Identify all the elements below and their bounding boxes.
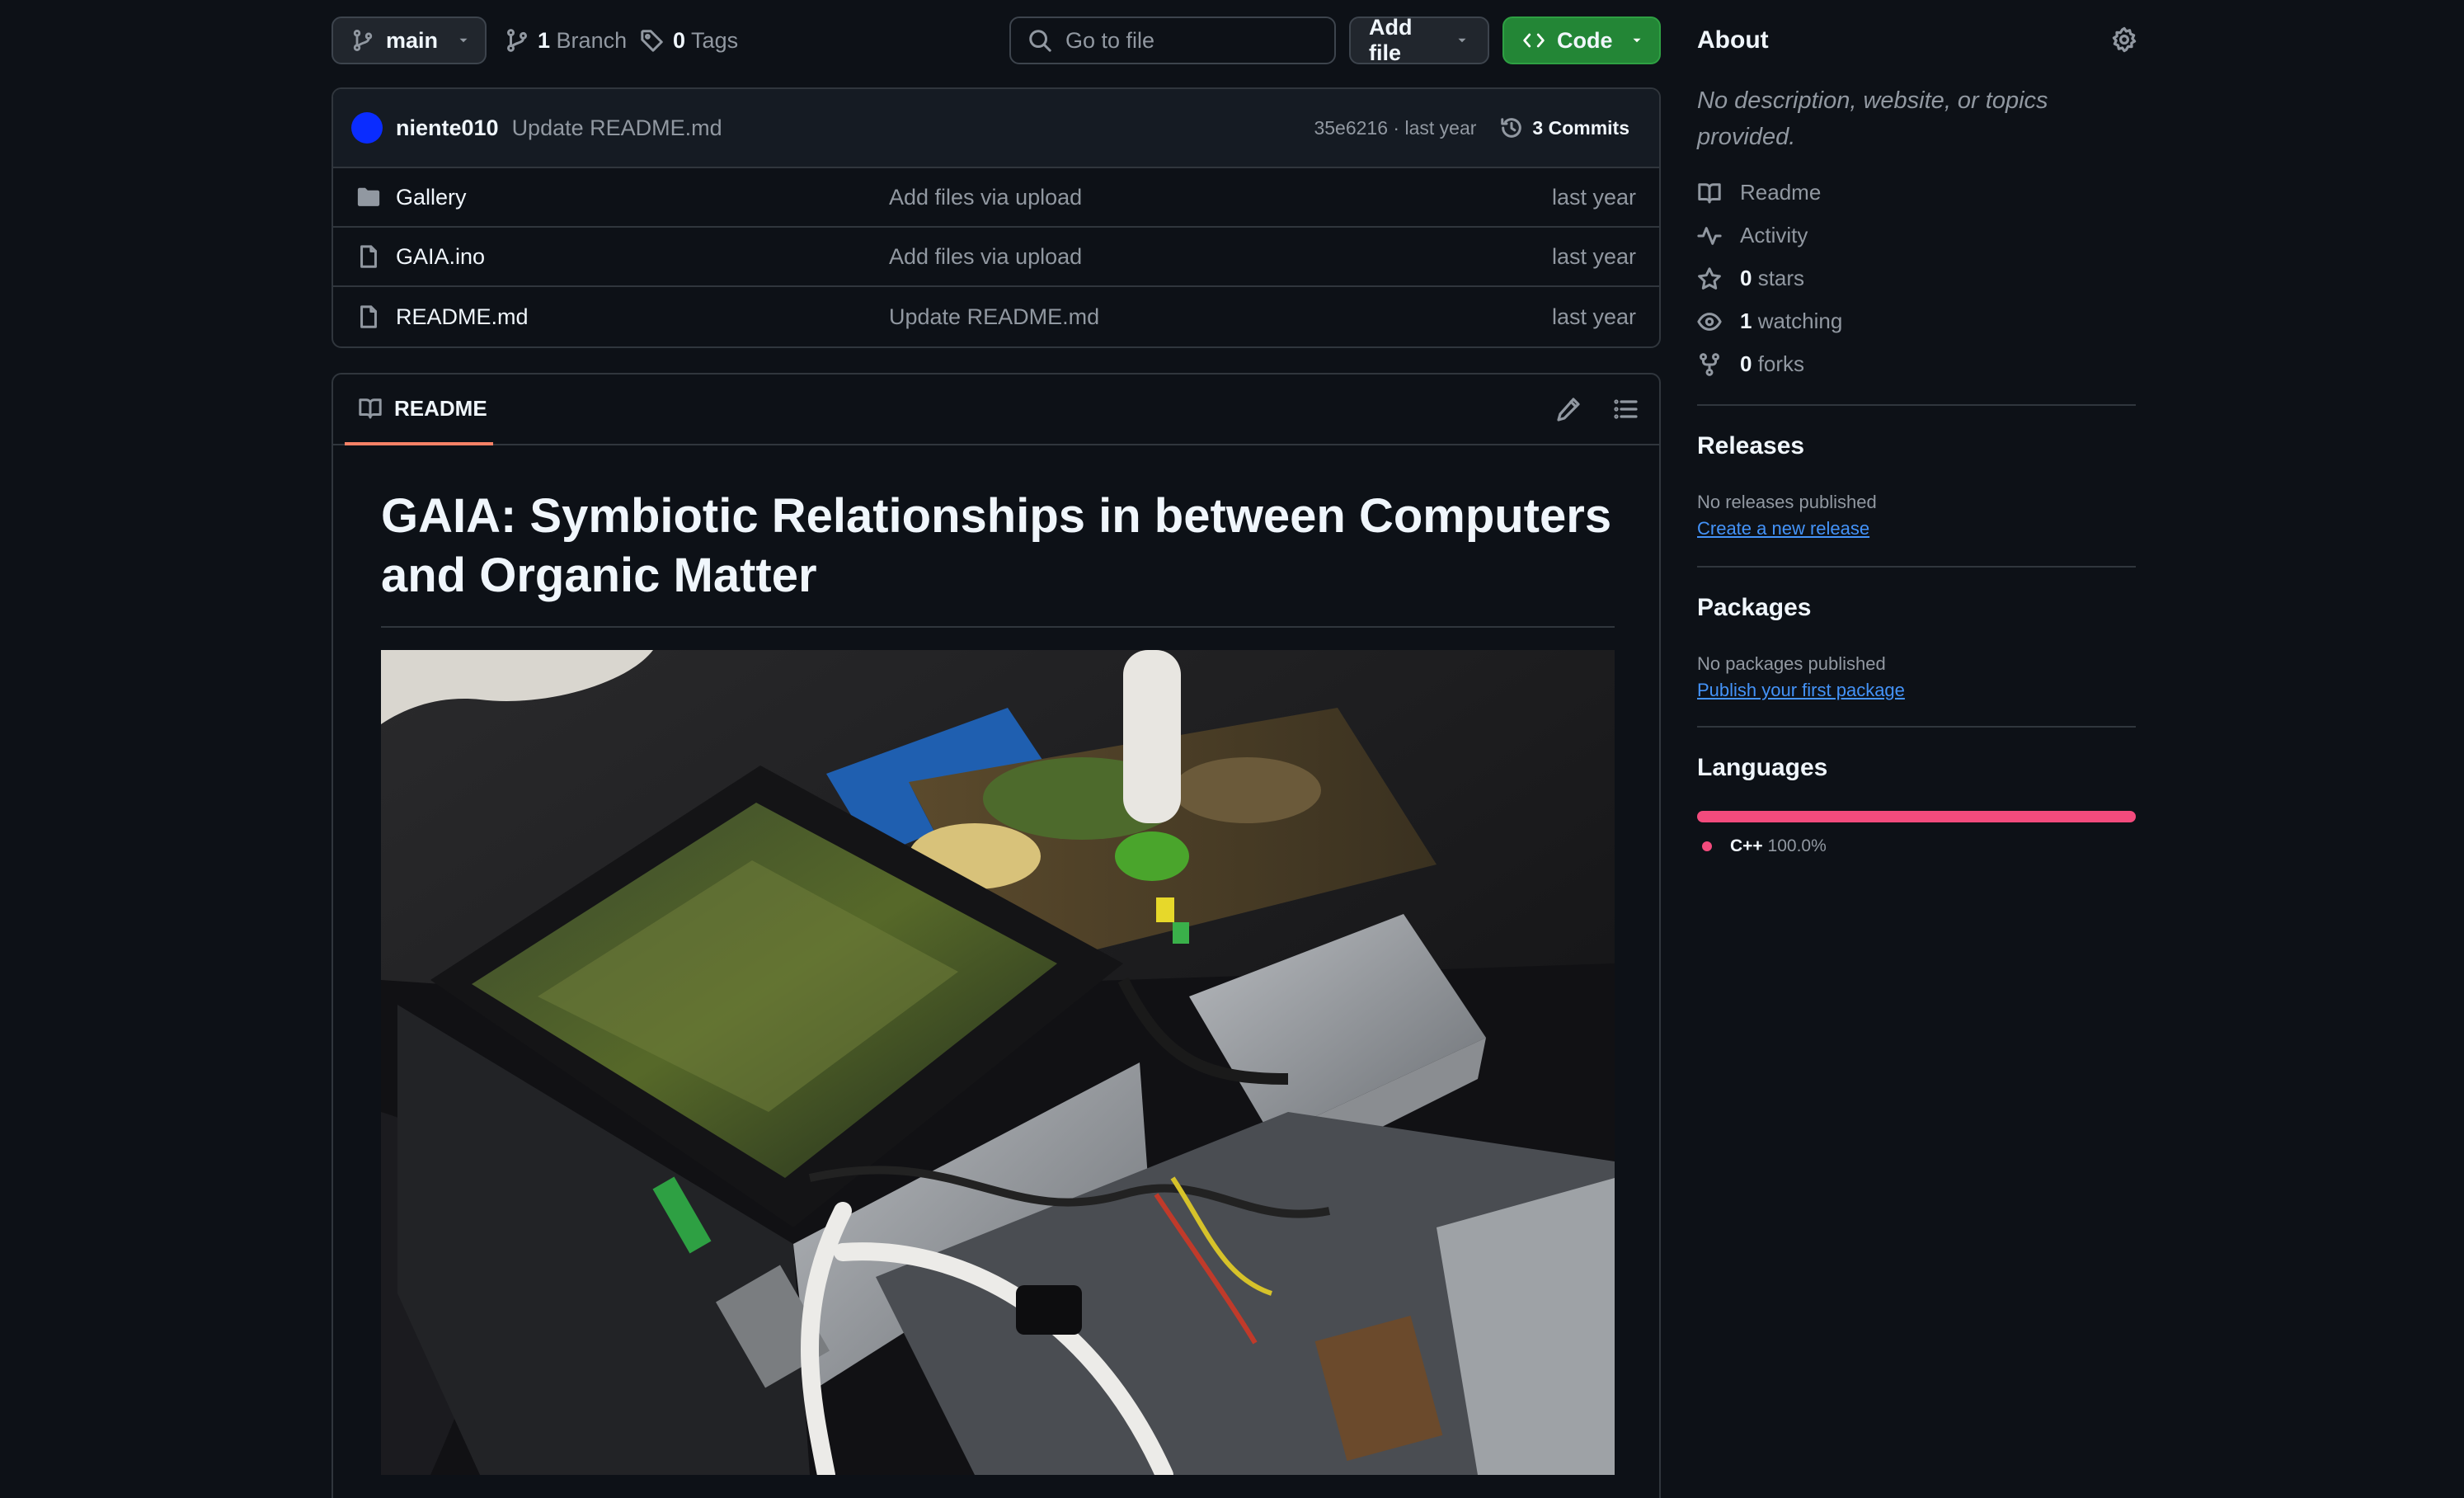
search-icon [1027,28,1052,53]
file-row[interactable]: README.md Update README.md last year [333,287,1659,346]
readme-header: README [333,374,1659,445]
code-label: Code [1557,27,1613,53]
watching-count: 1 [1740,309,1752,333]
divider [381,626,1615,628]
file-commit-message-link[interactable]: Add files via upload [889,185,1082,210]
book-icon [358,396,383,421]
readme-tab-label: README [394,395,487,421]
fork-icon [1697,352,1722,377]
outline-list-icon[interactable] [1613,396,1639,422]
file-commit-message-link[interactable]: Update README.md [889,304,1099,330]
watching-label: watching [1757,309,1843,333]
branch-count: 1 [538,27,551,53]
divider [1697,404,2136,406]
file-icon [356,304,381,329]
file-date: last year [1551,243,1636,269]
file-row[interactable]: GAIA.ino Add files via upload last year [333,228,1659,287]
language-name: C++ [1730,836,1763,855]
gear-icon[interactable] [2111,26,2137,53]
language-percent: 100.0% [1767,836,1827,855]
about-description: No description, website, or topics provi… [1697,87,2048,150]
about-title: About [1697,26,1769,54]
language-bar [1697,811,2136,822]
git-branch-icon [505,28,529,53]
commit-date: last year [1404,116,1477,139]
book-icon [1697,181,1722,205]
divider [1697,566,2136,568]
file-date: last year [1551,304,1636,329]
stars-label: stars [1757,266,1805,290]
file-row[interactable]: Gallery Add files via upload last year [333,168,1659,228]
file-name-link[interactable]: Gallery [396,185,467,210]
pencil-icon[interactable] [1555,396,1582,422]
tag-count: 0 [673,27,686,53]
branch-selector-button[interactable]: main [332,16,487,64]
file-date: last year [1551,184,1636,210]
releases-title[interactable]: Releases [1697,432,1804,460]
readme-link-label: Readme [1740,180,1822,205]
folder-icon [356,185,381,210]
readme-photo [381,650,1615,1475]
star-icon [1697,266,1722,291]
tab-readme[interactable]: README [345,374,493,445]
activity-link[interactable]: Activity [1697,223,1808,248]
commit-count-label: 3 Commits [1532,116,1629,139]
file-icon [356,244,381,269]
packages-title[interactable]: Packages [1697,594,1811,622]
chevron-down-icon [1629,33,1644,48]
add-file-button[interactable]: Add file [1349,15,1489,65]
forks-link[interactable]: 0 forks [1697,351,1804,377]
stars-link[interactable]: 0 stars [1697,266,1804,291]
stars-count: 0 [1740,266,1752,290]
branches-link[interactable]: 1 Branch [505,16,627,64]
tags-link[interactable]: 0 Tags [640,16,738,64]
publish-package-link[interactable]: Publish your first package [1697,680,1905,701]
go-to-file-input[interactable] [1065,27,1357,54]
chevron-down-icon [1455,33,1469,48]
add-file-label: Add file [1369,15,1413,65]
commit-hash-link[interactable]: 35e6216 [1314,117,1388,139]
commit-message-link[interactable]: Update README.md [512,115,722,141]
go-to-file-search[interactable]: t [1009,16,1385,64]
readme-title: GAIA: Symbiotic Relationships in between… [381,489,1612,602]
history-icon [1499,115,1524,140]
forks-count: 0 [1740,351,1752,376]
language-item[interactable]: C++ 100.0% [1702,836,1827,856]
divider [1697,726,2136,728]
pulse-icon [1697,224,1722,248]
branch-name: main [386,27,439,53]
readme-panel: README GAIA: Symbiotic Relationships in … [332,373,1661,1498]
chevron-down-icon [456,33,471,48]
languages-title: Languages [1697,754,1828,781]
commit-author-link[interactable]: niente010 [396,115,499,141]
create-release-link[interactable]: Create a new release [1697,518,1869,539]
file-name-link[interactable]: GAIA.ino [396,244,485,270]
code-button[interactable]: Code [1502,16,1661,64]
forks-label: forks [1757,351,1805,376]
git-branch-icon [351,29,374,52]
latest-commit-row: niente010 Update README.md 35e6216 · las… [333,89,1659,168]
file-commit-message-link[interactable]: Add files via upload [889,244,1082,270]
commits-link[interactable]: 3 Commits [1499,115,1629,140]
code-icon [1522,29,1545,52]
file-list-box: niente010 Update README.md 35e6216 · las… [332,87,1661,348]
watching-link[interactable]: 1 watching [1697,309,1842,334]
file-name-link[interactable]: README.md [396,304,529,330]
eye-icon [1697,309,1722,334]
readme-link[interactable]: Readme [1697,180,1821,205]
tag-label: Tags [691,27,739,53]
packages-status: No packages published [1697,653,1886,674]
releases-status: No releases published [1697,492,1877,512]
commit-separator: · [1393,116,1400,139]
language-color-dot [1702,841,1712,851]
activity-link-label: Activity [1740,223,1808,247]
avatar[interactable] [351,112,383,144]
tag-icon [640,28,665,53]
branch-label: Branch [556,27,628,53]
